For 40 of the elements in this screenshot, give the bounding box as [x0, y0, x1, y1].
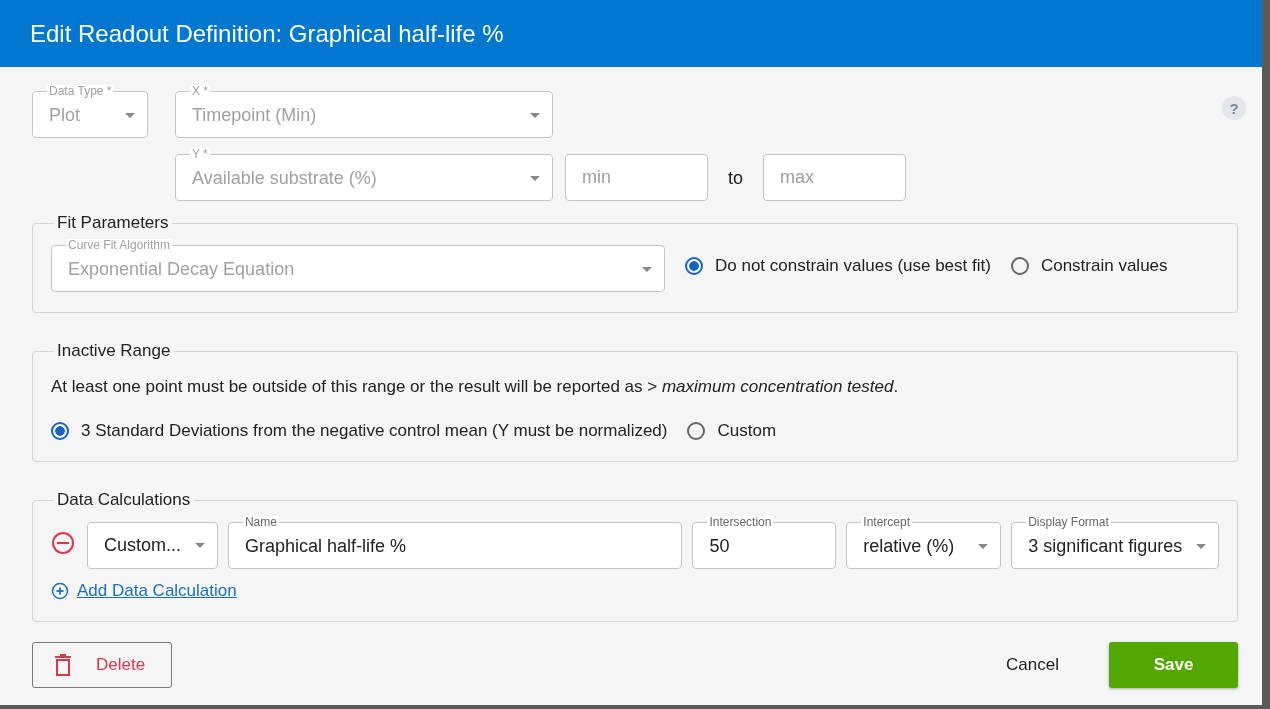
input-field[interactable]: Name Graphical half-life % — [227, 516, 683, 569]
caret-icon — [978, 543, 989, 549]
field-label: Intersection — [707, 516, 774, 528]
radio-option[interactable]: Do not constrain values (use best fit) — [685, 255, 991, 276]
section-title: Data Calculations — [56, 490, 192, 510]
range-separator: to — [727, 168, 744, 189]
range-note: At least one point must be outside of this range or the result will be reported as > maximum concentration tested. — [51, 377, 900, 397]
radio-option[interactable]: Constrain values — [1010, 255, 1168, 276]
dialog-title: Edit Readout Definition: Graphical half-life % — [30, 19, 504, 48]
radio-button[interactable] — [51, 422, 69, 440]
radio-button[interactable] — [1010, 256, 1029, 275]
dropdown-select[interactable]: Display Format 3 significant figures — [1011, 516, 1219, 569]
radio-button[interactable] — [687, 422, 706, 440]
add-icon[interactable] — [51, 582, 69, 600]
field-label: Y * — [190, 148, 210, 160]
caret-icon — [642, 266, 652, 272]
field-label: Name — [242, 516, 279, 528]
remove-icon[interactable] — [51, 530, 75, 555]
trash-icon — [55, 654, 71, 676]
field-label: Intercept — [861, 516, 912, 528]
field-label: Curve Fit Algorithm — [66, 239, 173, 251]
radio-option[interactable]: Custom — [687, 421, 777, 441]
radio-option[interactable]: 3 Standard Deviations from the negative control mean (Y must be normalized) — [51, 421, 668, 441]
section-title: Fit Parameters — [56, 213, 170, 233]
field-label: Display Format — [1026, 516, 1111, 528]
calculation-type-select[interactable]: Custom... — [87, 522, 218, 569]
add-data-calculation-link[interactable]: Add Data Calculation — [77, 581, 237, 601]
section-title: Inactive Range — [56, 341, 172, 361]
caret-icon — [530, 175, 540, 181]
caret-icon — [530, 112, 540, 118]
caret-icon — [125, 112, 135, 118]
dropdown-select[interactable]: Intercept relative (%) — [846, 516, 1002, 569]
caret-icon — [194, 543, 205, 548]
radio-button[interactable] — [685, 256, 703, 275]
field-label: Data Type * — [47, 85, 114, 97]
cancel-button[interactable]: Cancel — [1000, 654, 1065, 676]
delete-button[interactable]: Delete — [32, 642, 172, 688]
input-field[interactable]: Intersection 50 — [692, 516, 837, 569]
caret-icon — [1196, 543, 1206, 549]
field-label: X * — [190, 85, 210, 97]
